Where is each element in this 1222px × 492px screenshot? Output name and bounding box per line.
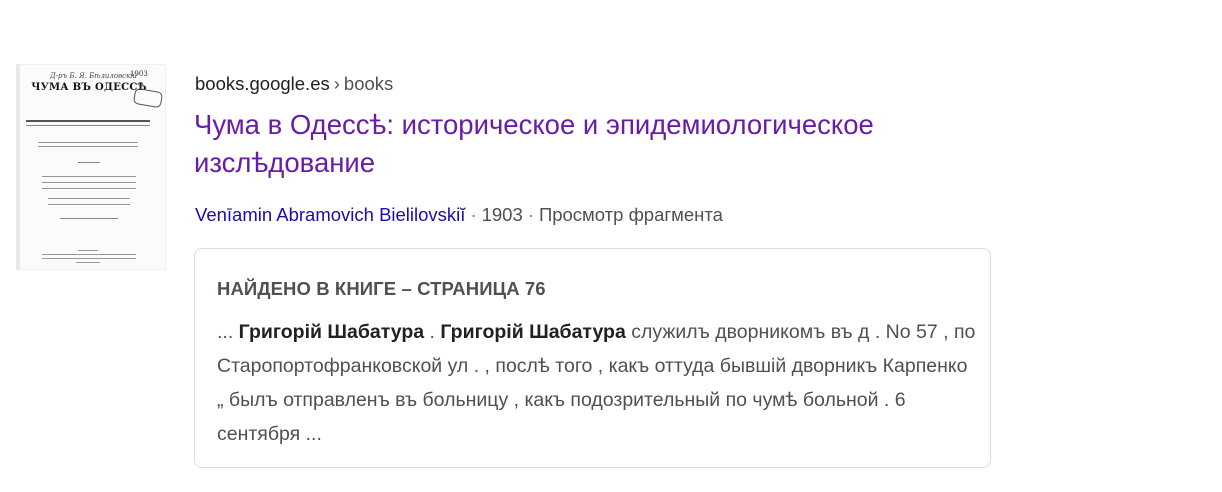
cover-title-text: ЧУМА ВЪ ОДЕССѢ (31, 82, 147, 93)
cover-text-line (42, 254, 136, 255)
cover-text-line (48, 198, 130, 199)
preview-label: Просмотр фрагмента (538, 204, 723, 225)
search-result: Д-ръ Б. Я. Бѣлиловскій 1903 ЧУМА ВЪ ОДЕС… (0, 0, 1222, 492)
cover-text-line (76, 262, 100, 263)
result-title-link[interactable]: Чума в Одессѣ: историческое и эпидемиоло… (194, 106, 974, 182)
result-meta: Venīamin Abramovich Bielilovskiĭ · 1903 · Пр… (195, 204, 723, 226)
author-link[interactable]: Venīamin Abramovich Bielilovskiĭ (195, 204, 465, 225)
publication-year: 1903 (481, 204, 523, 225)
snippet-ellipsis: ... (217, 321, 239, 343)
cover-text-line (42, 182, 136, 183)
cover-text-line (38, 142, 138, 143)
cover-text-line (38, 146, 138, 147)
cover-author-text: Д-ръ Б. Я. Бѣлиловскій (50, 72, 138, 80)
book-cover-thumbnail[interactable]: Д-ръ Б. Я. Бѣлиловскій 1903 ЧУМА ВЪ ОДЕС… (16, 64, 166, 270)
cover-rule (26, 120, 150, 122)
snippet-separator: . (424, 321, 441, 343)
cover-rule (78, 162, 100, 163)
cover-year-text: 1903 (130, 70, 148, 78)
library-stamp (132, 87, 164, 109)
breadcrumb-separator: › (333, 73, 340, 94)
url-path: books (343, 73, 394, 94)
cover-text-line (42, 188, 136, 189)
found-in-book-card[interactable]: НАЙДЕНО В КНИГЕ – СТРАНИЦА 76 ... Григор… (194, 248, 991, 468)
cover-rule (26, 125, 150, 126)
snippet-highlight: Григорій Шабатура (238, 321, 425, 343)
result-url[interactable]: books.google.es › books (195, 73, 393, 95)
snippet-highlight: Григорій Шабатура (440, 321, 626, 343)
cover-rule (60, 218, 118, 219)
meta-separator: · (527, 204, 534, 225)
cover-edge (16, 64, 20, 270)
cover-text-line (48, 204, 130, 205)
cover-text-line (42, 176, 136, 177)
book-snippet: ... Григорій Шабатура . Григорій Шабатур… (217, 315, 977, 451)
url-site: books.google.es (195, 73, 330, 94)
meta-separator: · (470, 204, 477, 225)
cover-text-line (78, 250, 98, 251)
cover-text-line (42, 258, 136, 259)
found-in-book-heading: НАЙДЕНО В КНИГЕ – СТРАНИЦА 76 (217, 278, 546, 299)
